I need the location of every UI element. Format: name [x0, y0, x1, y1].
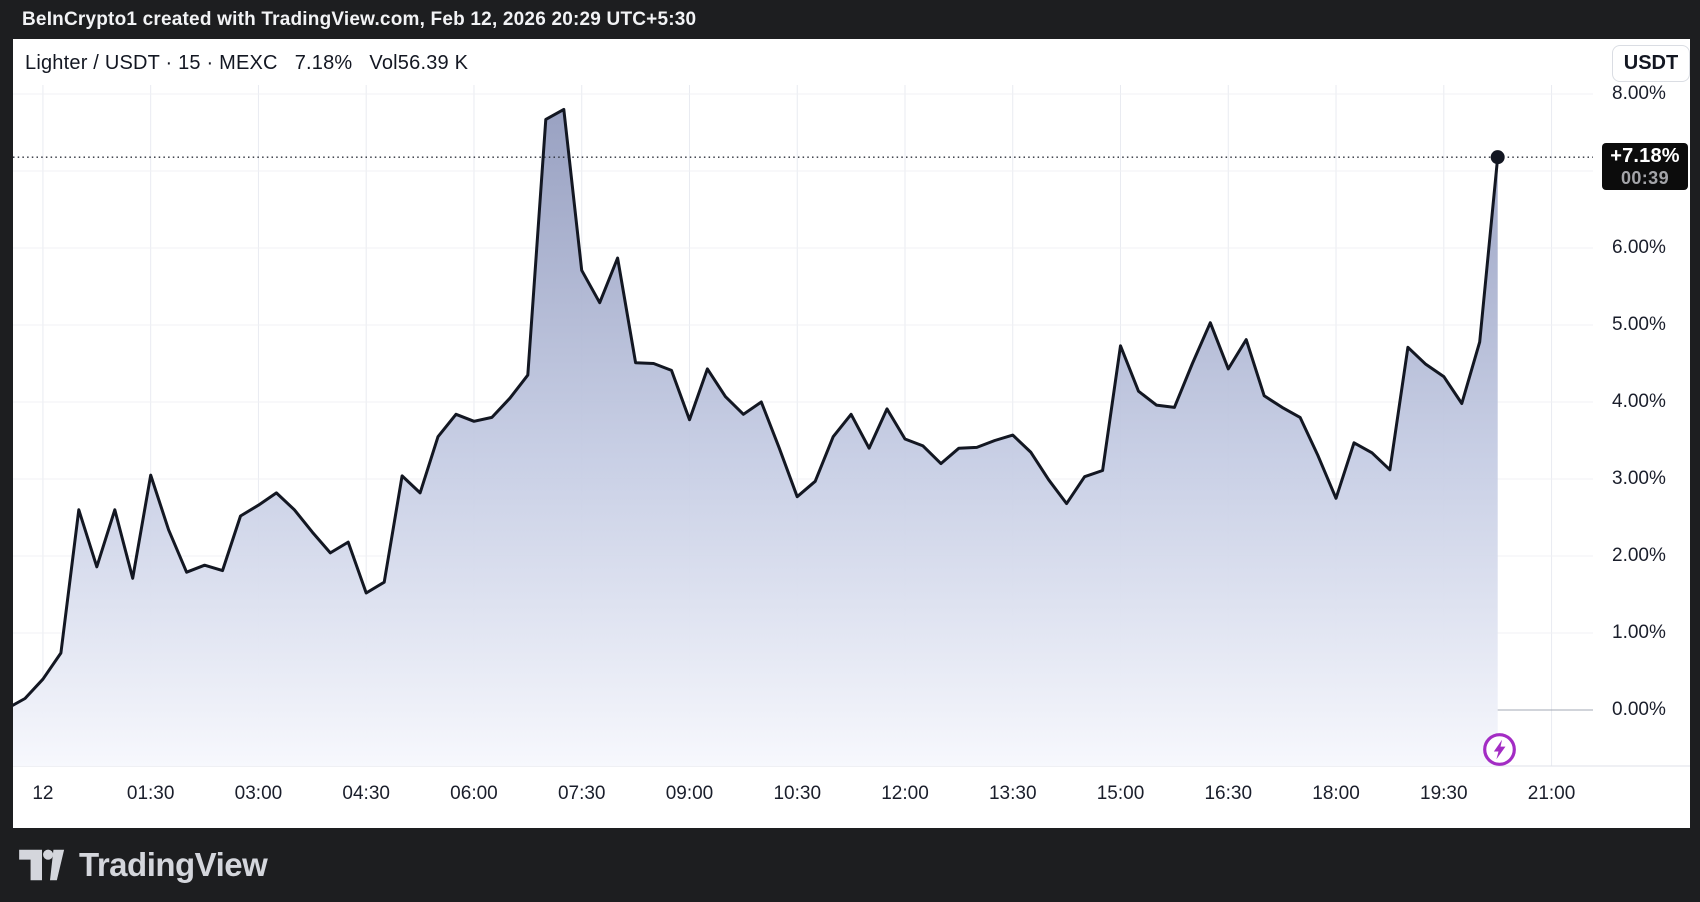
volume-value: Vol56.39 K [369, 52, 468, 75]
y-axis-label: 0.00% [1612, 699, 1688, 721]
y-axis-label: 5.00% [1612, 314, 1688, 336]
x-axis-label: 12:00 [881, 783, 929, 805]
x-axis-label: 04:30 [342, 783, 390, 805]
attribution-bar: BeInCrypto1 created with TradingView.com… [0, 0, 1700, 39]
last-price-change: +7.18% [1610, 145, 1680, 168]
x-axis-label: 18:00 [1312, 783, 1360, 805]
x-axis-label: 13:30 [989, 783, 1037, 805]
symbol-title: Lighter / USDT · 15 · MEXC [25, 52, 278, 75]
x-axis-label: 01:30 [127, 783, 175, 805]
x-axis-label: 07:30 [558, 783, 606, 805]
x-axis-label: 03:00 [235, 783, 283, 805]
attribution-text: BeInCrypto1 created with TradingView.com… [22, 9, 696, 31]
change-value: 7.18% [295, 52, 353, 75]
y-axis-label: 3.00% [1612, 468, 1688, 490]
currency-button[interactable]: USDT [1612, 45, 1690, 82]
page: BeInCrypto1 created with TradingView.com… [0, 0, 1700, 902]
x-axis-label: 10:30 [773, 783, 821, 805]
y-axis-label: 6.00% [1612, 237, 1688, 259]
y-axis-label: 8.00% [1612, 83, 1688, 105]
x-axis-label: 06:00 [450, 783, 498, 805]
tradingview-mark[interactable] [19, 849, 65, 881]
chart-card: Lighter / USDT · 15 · MEXC 7.18% Vol56.3… [13, 39, 1690, 828]
x-axis-label: 19:30 [1420, 783, 1468, 805]
lightning-icon[interactable] [1481, 731, 1518, 768]
x-axis-label: 09:00 [666, 783, 714, 805]
tradingview-wordmark[interactable]: TradingView [79, 846, 267, 884]
x-axis-label: 16:30 [1204, 783, 1252, 805]
y-axis-label: 2.00% [1612, 545, 1688, 567]
x-axis-label: 21:00 [1528, 783, 1576, 805]
bar-countdown: 00:39 [1621, 168, 1669, 188]
x-axis-label: 15:00 [1097, 783, 1145, 805]
chart-canvas[interactable] [13, 39, 1690, 828]
y-axis-label: 4.00% [1612, 391, 1688, 413]
y-axis-label: 1.00% [1612, 622, 1688, 644]
last-price-tag: +7.18% 00:39 [1602, 143, 1688, 190]
tradingview-footer: TradingView [0, 828, 1700, 902]
chart-header: Lighter / USDT · 15 · MEXC 7.18% Vol56.3… [25, 49, 468, 77]
x-axis-label: 12 [32, 783, 53, 805]
